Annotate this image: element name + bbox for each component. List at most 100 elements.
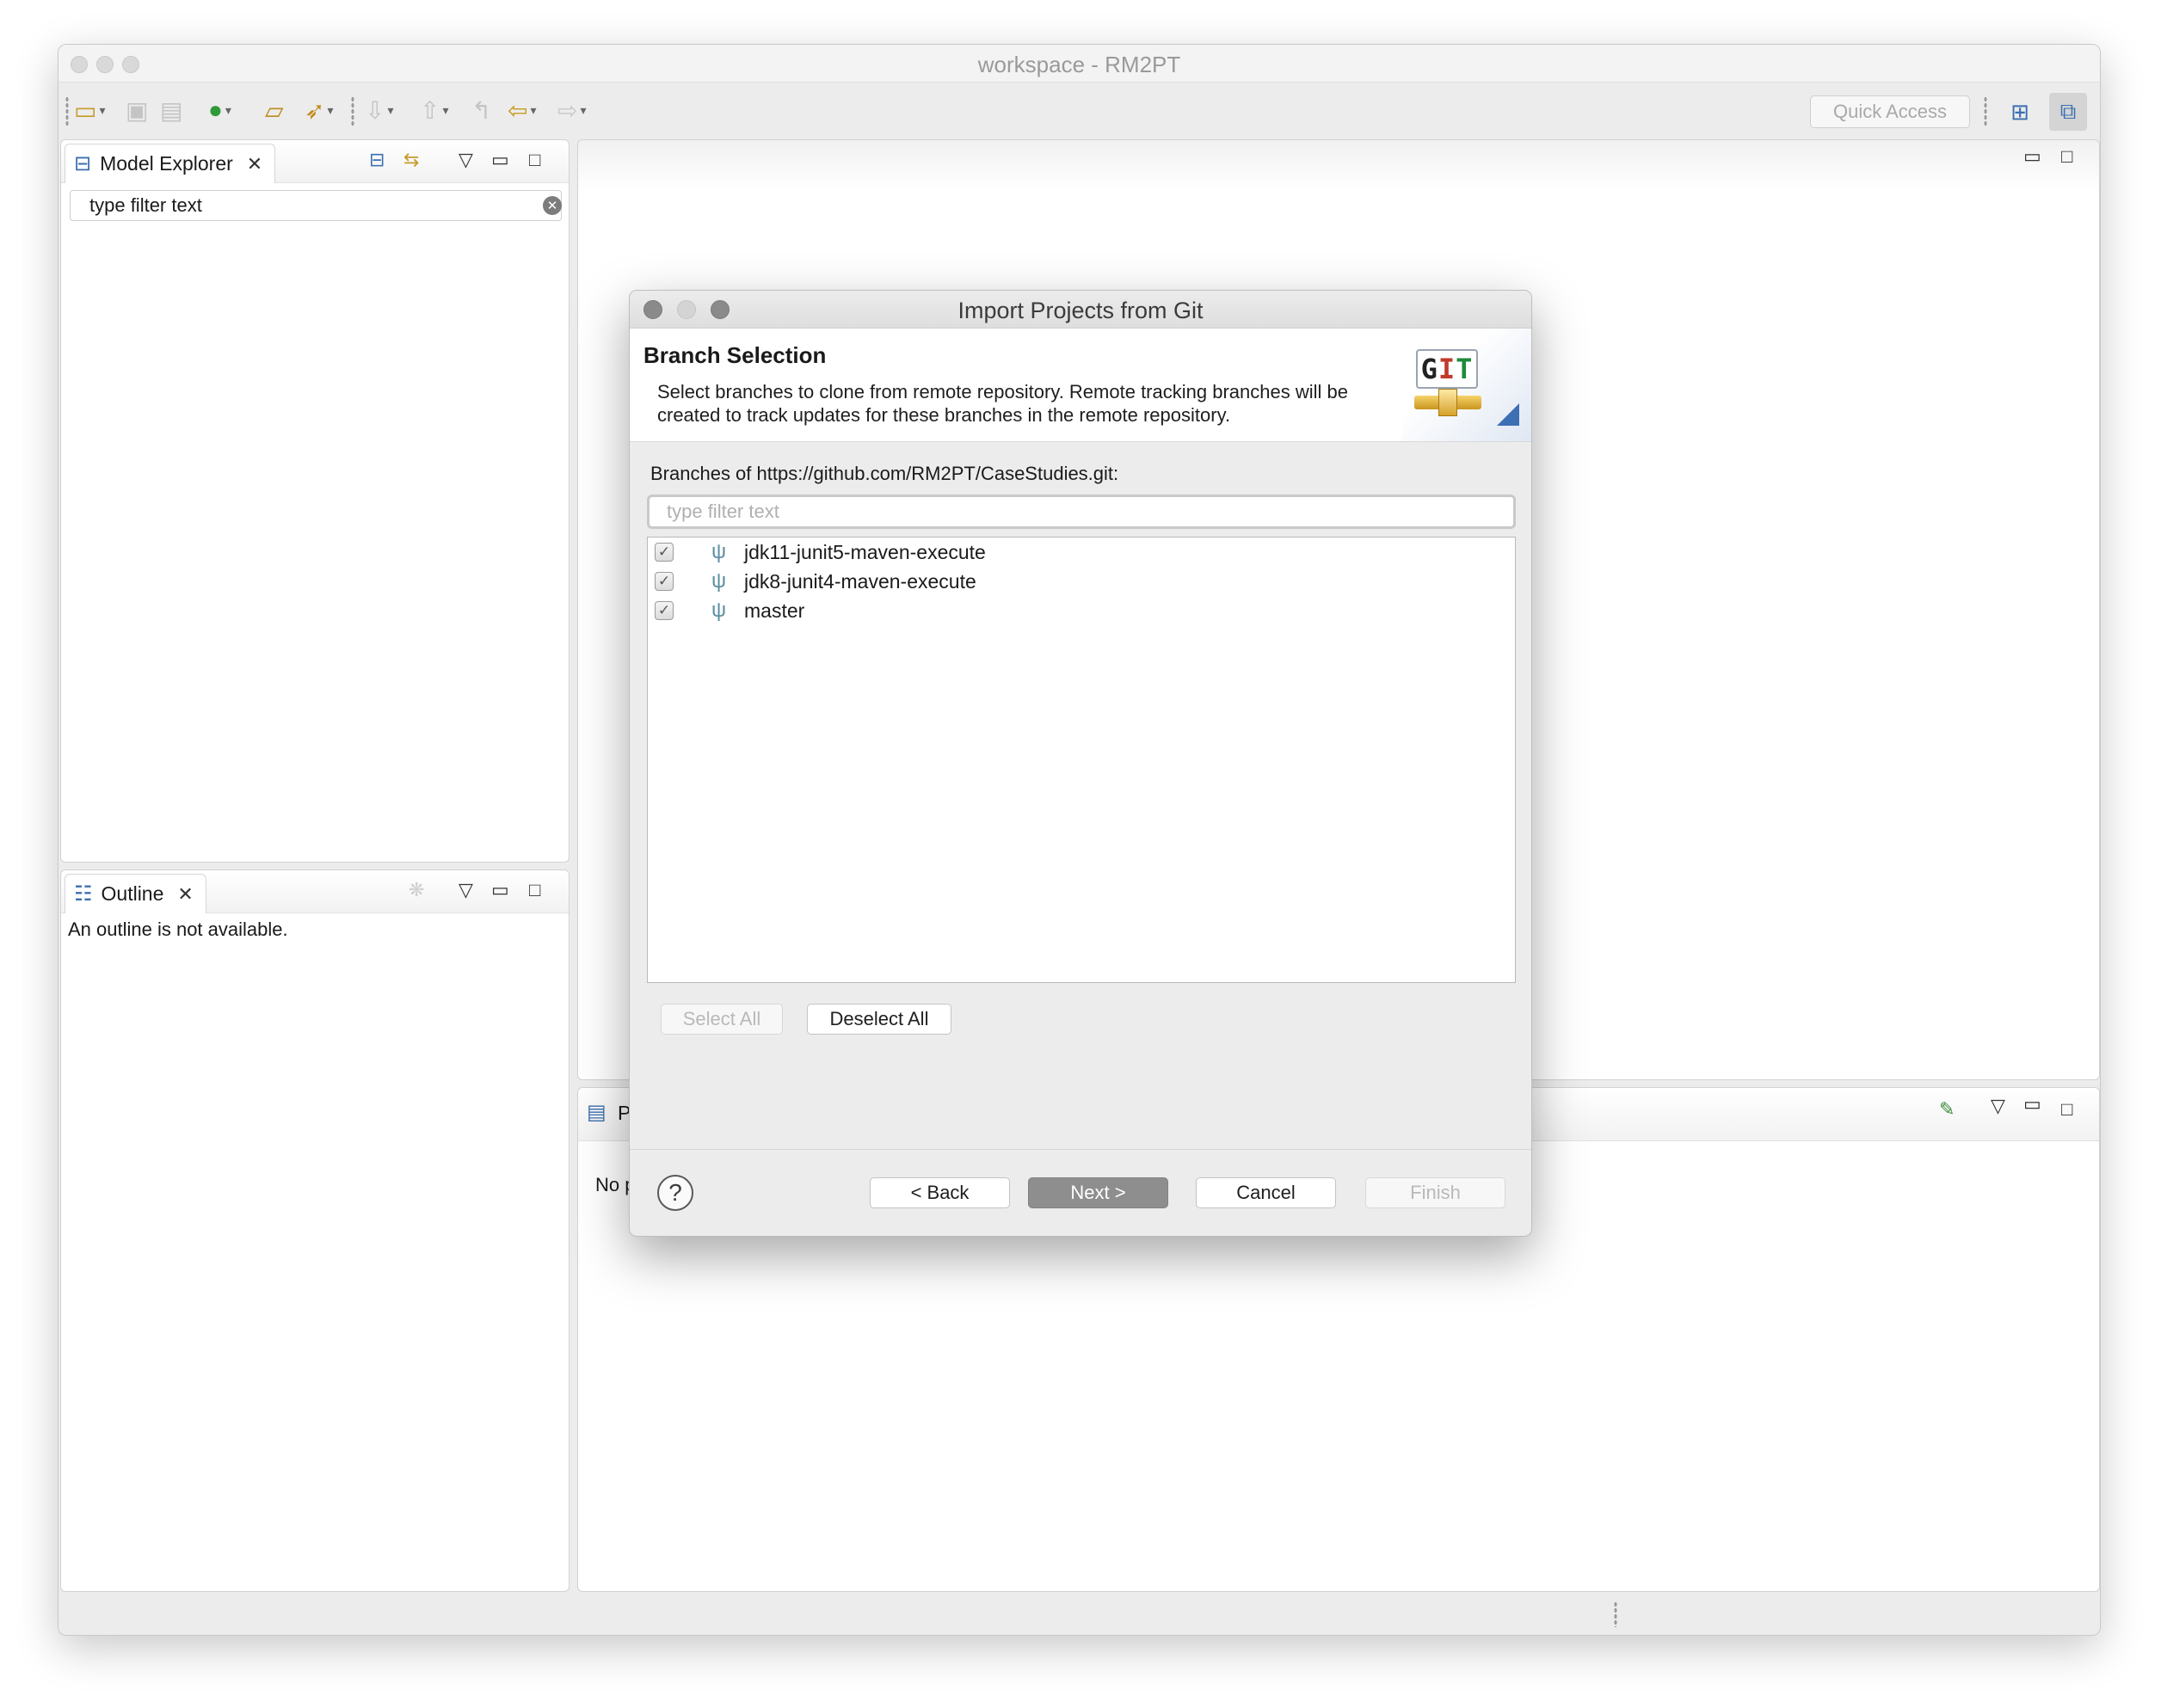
branch-icon: ψ	[711, 540, 727, 563]
view-menu-button[interactable]: ▽	[459, 879, 473, 901]
list-item[interactable]: ✓ ψ jdk8-junit4-maven-execute	[648, 567, 1515, 596]
open-button[interactable]: ▱	[265, 95, 284, 126]
branch-name: jdk11-junit5-maven-execute	[744, 540, 986, 563]
dialog-title: Import Projects from Git	[957, 298, 1204, 323]
close-icon[interactable]: ✕	[177, 883, 193, 906]
maximize-icon: □	[529, 149, 541, 170]
status-bar	[58, 1593, 2100, 1635]
back-button[interactable]: < Back	[870, 1177, 1010, 1208]
branch-name: jdk8-junit4-maven-execute	[744, 569, 976, 593]
down-arrow-icon: ⇩	[365, 96, 385, 124]
minimize-icon: ▭	[2023, 145, 2041, 167]
last-edit-icon: ↰	[471, 96, 492, 124]
outline-filter-button[interactable]: ❋	[409, 879, 424, 901]
dialog-separator	[630, 1149, 1531, 1150]
quick-access-field[interactable]: Quick Access	[1810, 95, 1970, 128]
save-icon: ▣	[126, 96, 149, 124]
clear-filter-icon[interactable]: ✕	[543, 196, 562, 215]
maximize-view-button[interactable]: □	[529, 149, 540, 171]
new-icon: ▭	[74, 96, 97, 124]
git-logo-letters: GIT	[1420, 353, 1474, 385]
branch-icon: ψ	[711, 599, 727, 622]
select-all-button[interactable]: Select All	[661, 1004, 783, 1035]
tab-model-explorer[interactable]: ⊟ Model Explorer ✕	[65, 144, 276, 183]
pin-icon: ✎	[1939, 1098, 1955, 1120]
arrow-right-icon: ⇨	[557, 96, 578, 124]
forward-nav-button[interactable]: ⇨ ▾	[557, 95, 587, 126]
deselect-all-button[interactable]: Deselect All	[807, 1004, 951, 1035]
maximize-editor-button[interactable]: □	[2061, 145, 2072, 168]
cancel-button[interactable]: Cancel	[1196, 1177, 1336, 1208]
chevron-down-icon: ▾	[580, 102, 587, 117]
open-perspective-button[interactable]: ⊞	[2001, 93, 2039, 131]
help-icon[interactable]: ?	[657, 1175, 693, 1211]
minimize-view-button[interactable]: ▭	[491, 149, 509, 171]
maximize-view-button[interactable]: □	[529, 879, 540, 901]
view-menu-button[interactable]: ▽	[1991, 1095, 2005, 1117]
model-explorer-header: ⊟ Model Explorer ✕ ⊟ ⇆ ▽ ▭ □	[61, 140, 569, 183]
window-title: workspace - RM2PT	[977, 52, 1181, 77]
model-explorer-filter-input[interactable]: type filter text	[70, 190, 562, 221]
finish-button[interactable]: Finish	[1365, 1177, 1505, 1208]
model-explorer-panel: ⊟ Model Explorer ✕ ⊟ ⇆ ▽ ▭ □ type filter…	[60, 139, 569, 863]
main-toolbar: ▭ ▾ ▣ ▤ ● ▾ ▱ ➶ ▾ ⇩ ▾ ⇧ ▾ ↰ ⇦ ▾ ⇨ ▾ Quic…	[58, 83, 2100, 139]
close-icon[interactable]: ✕	[247, 153, 262, 175]
branch-filter-input[interactable]: type filter text	[647, 495, 1516, 529]
tab-outline[interactable]: ☷ Outline ✕	[65, 874, 206, 913]
branch-checkbox[interactable]: ✓	[655, 601, 674, 620]
model-explorer-tab-label: Model Explorer	[100, 152, 233, 175]
link-with-editor-button[interactable]: ⇆	[403, 149, 419, 171]
maximize-view-button[interactable]: □	[2061, 1098, 2072, 1121]
view-menu-button[interactable]: ▽	[459, 149, 473, 171]
wizard-banner: Branch Selection Select branches to clon…	[630, 329, 1531, 442]
chevron-down-icon: ▾	[99, 102, 106, 117]
modeling-perspective-button[interactable]: ⧉	[2049, 93, 2087, 131]
collapse-all-button[interactable]: ⊟	[369, 149, 385, 171]
chevron-down-icon: ▾	[327, 102, 334, 117]
maximize-icon: □	[2061, 145, 2073, 167]
link-icon: ⇆	[403, 149, 420, 170]
list-item[interactable]: ✓ ψ jdk11-junit5-maven-execute	[648, 538, 1515, 567]
maximize-icon: □	[529, 879, 541, 900]
generate-button[interactable]: ➶ ▾	[305, 95, 334, 126]
toolbar-grip[interactable]	[65, 96, 69, 127]
run-button[interactable]: ● ▾	[208, 95, 231, 126]
view-menu-icon: ▽	[459, 879, 473, 900]
next-button[interactable]: Next >	[1028, 1177, 1168, 1208]
status-grip[interactable]	[1614, 1601, 1617, 1627]
branch-checkbox[interactable]: ✓	[655, 572, 674, 591]
git-valve-icon	[1438, 389, 1457, 416]
save-button[interactable]: ▣	[126, 95, 148, 126]
new-wizard-button[interactable]: ▭ ▾	[74, 95, 106, 126]
window-titlebar: workspace - RM2PT	[58, 45, 2100, 83]
model-explorer-icon: ⊟	[74, 152, 92, 175]
minimize-editor-button[interactable]: ▭	[2023, 145, 2041, 168]
save-all-button[interactable]: ▤	[160, 95, 182, 126]
view-menu-icon: ▽	[1991, 1095, 2005, 1116]
minimize-icon: ▭	[491, 879, 509, 900]
previous-annotation-button[interactable]: ⇧ ▾	[420, 95, 449, 126]
minimize-view-button[interactable]: ▭	[491, 879, 509, 901]
outline-panel: ☷ Outline ✕ ❋ ▽ ▭ □ An outline is not av…	[60, 869, 569, 1592]
save-all-icon: ▤	[160, 96, 183, 124]
branch-icon: ψ	[711, 569, 727, 593]
back-nav-button[interactable]: ⇦ ▾	[508, 95, 537, 126]
import-git-dialog: Import Projects from Git Branch Selectio…	[629, 290, 1532, 1237]
filter-icon: ❋	[409, 879, 425, 900]
pin-view-button[interactable]: ✎	[1939, 1098, 1955, 1121]
rocket-icon: ➶	[305, 96, 325, 124]
properties-icon: ▤	[587, 1101, 606, 1124]
chevron-down-icon: ▾	[387, 102, 394, 117]
next-annotation-button[interactable]: ⇩ ▾	[365, 95, 394, 126]
list-item[interactable]: ✓ ψ master	[648, 596, 1515, 625]
last-edit-button[interactable]: ↰	[471, 95, 491, 126]
open-perspective-icon: ⊞	[2010, 98, 2029, 125]
minimize-view-button[interactable]: ▭	[2023, 1093, 2041, 1115]
wizard-page-title: Branch Selection	[643, 342, 827, 368]
branch-checkbox[interactable]: ✓	[655, 543, 674, 562]
branch-list[interactable]: ✓ ψ jdk11-junit5-maven-execute ✓ ψ jdk8-…	[647, 537, 1516, 983]
git-logo-icon: GIT	[1402, 329, 1531, 441]
toolbar-grip[interactable]	[351, 96, 354, 127]
toolbar-grip[interactable]	[1984, 96, 1987, 127]
banner-corner-icon	[1497, 403, 1519, 426]
